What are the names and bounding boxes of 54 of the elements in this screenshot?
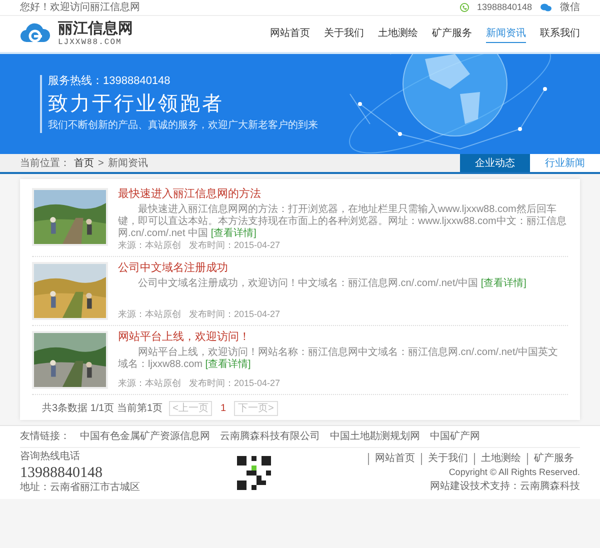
nav-link[interactable]: 新闻资讯 — [486, 26, 526, 42]
footer-phone: 13988840148 — [20, 464, 104, 482]
friend-link[interactable]: 云南腾森科技有限公司 — [220, 429, 320, 444]
banner-slogan: 致力于行业领跑者 — [48, 92, 225, 118]
nav-link[interactable]: 土地测绘 — [378, 26, 418, 42]
article-title[interactable]: 最快速进入丽江信息网的方法 — [118, 188, 568, 202]
pagination-info: 共3条数据 1/1页 当前第1页 — [42, 402, 163, 416]
nav-link[interactable]: 关于我们 — [324, 26, 364, 42]
support-text: 网站建设技术支持：云南腾森科技 — [430, 480, 580, 493]
breadcrumb-item: > — [98, 156, 104, 170]
footer-link[interactable]: 网站首页 — [368, 452, 421, 466]
article-date: 发布时间：2015-04-27 — [189, 308, 280, 320]
category-tab[interactable]: 企业动态 — [460, 154, 530, 172]
nav-link[interactable]: 矿产服务 — [432, 26, 472, 42]
welcome-text: 您好！欢迎访问丽江信息网 — [20, 2, 140, 12]
article-date: 发布时间：2015-04-27 — [189, 240, 280, 251]
page-number[interactable]: 1 — [218, 402, 228, 415]
copyright-text: Copyright © All Rights Reserved. — [448, 467, 580, 478]
logo-title: 丽江信息网 — [58, 20, 133, 38]
logo-domain: LJXXW88.COM — [58, 38, 123, 48]
nav-link[interactable]: 网站首页 — [270, 26, 310, 42]
breadcrumb-label: 当前位置： — [20, 156, 70, 170]
hotline-text: 服务热线：13988840148 — [48, 75, 172, 90]
read-more-link[interactable]: [查看详情] — [205, 358, 251, 370]
breadcrumb-item[interactable]: 新闻资讯 — [108, 156, 148, 170]
qr-code-icon — [237, 456, 271, 490]
article-summary: 公司中文域名注册成功，欢迎访问！中文域名：丽江信息网.cn/.com/.net/中国 [查看详情] — [137, 278, 528, 290]
article-title[interactable]: 公司中文域名注册成功 — [118, 262, 568, 276]
friend-link[interactable]: 中国土地勘测规划网 — [330, 429, 420, 444]
friend-link[interactable]: 中国矿产网 — [430, 429, 480, 444]
read-more-link[interactable]: [查看详情] — [480, 278, 526, 289]
footer-address: 地址：云南省丽江市古城区 — [20, 482, 140, 495]
footer-link[interactable]: 关于我们 — [421, 452, 474, 466]
phone-number: 13988840148 — [476, 3, 532, 12]
category-tab[interactable]: 行业新闻 — [530, 154, 600, 172]
hotline-label: 咨询热线电话 — [20, 451, 81, 464]
wechat-icon[interactable] — [540, 3, 552, 12]
links-label: 友情链接： — [20, 430, 70, 444]
banner-subtitle: 我们不断创新的产品、真诚的服务，欢迎广大新老客户的到来 — [48, 120, 318, 133]
footer-link[interactable]: 土地测绘 — [474, 452, 527, 466]
phone-icon — [460, 3, 469, 12]
article-summary: 网站平台上线，欢迎访问！网站名称：丽江信息网中文域名：丽江信息网.cn/.com/.net/中国英文域名：ljxxw88.com [查看详情] — [118, 346, 560, 371]
article-title[interactable]: 网站平台上线，欢迎访问！ — [118, 331, 568, 345]
breadcrumb-item[interactable]: 首页 — [74, 156, 94, 170]
article-date: 发布时间：2015-04-27 — [189, 378, 280, 389]
article-source: 来源：本站原创 — [118, 240, 181, 251]
wechat-label[interactable]: 微信 — [560, 2, 580, 12]
friend-link[interactable]: 中国有色金属矿产资源信息网 — [80, 429, 210, 444]
article-source: 来源：本站原创 — [118, 378, 181, 389]
nav-link[interactable]: 联系我们 — [540, 26, 580, 42]
article-source: 来源：本站原创 — [118, 308, 181, 320]
article-summary: 最快速进入丽江信息网网的方法：打开浏览器，在地址栏里只需输入www.ljxxw88.com然后回车键，即可以直达本站。本方法支持现在市面上的各种浏览器。网址：www.ljxxw88.com中文：丽江信息网.cn/.com/.net 中国 [查看详情] — [118, 204, 568, 240]
read-more-link[interactable]: [查看详情] — [210, 228, 256, 239]
footer-link[interactable]: 矿产服务 — [527, 452, 580, 466]
